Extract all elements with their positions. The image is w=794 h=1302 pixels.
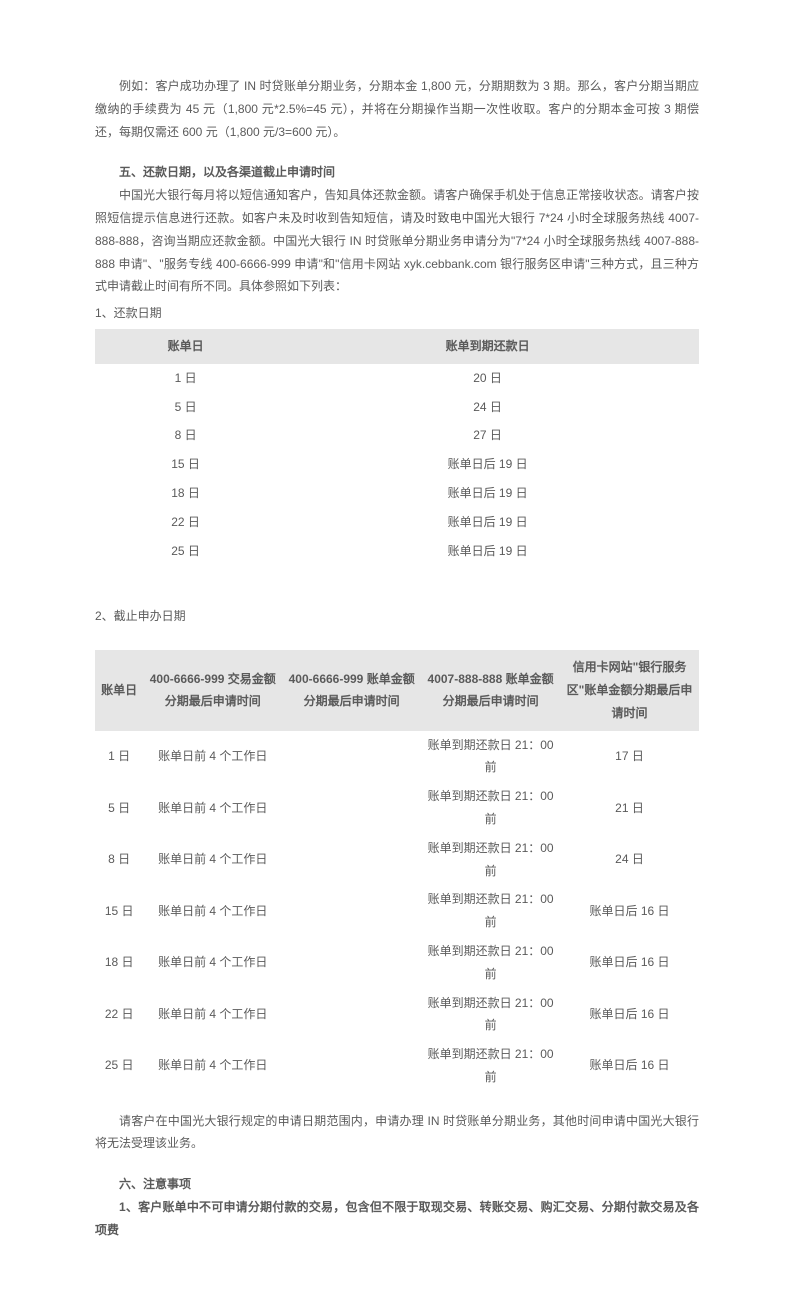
table-cell: 账单日前 4 个工作日 [143, 989, 282, 1041]
table-cell: 27 日 [276, 421, 699, 450]
section6-title: 六、注意事项 [95, 1173, 699, 1196]
table-row: 5 日24 日 [95, 393, 699, 422]
table-cell: 15 日 [95, 885, 143, 937]
table-cell: 账单到期还款日 21：00 前 [421, 782, 560, 834]
col-header: 信用卡网站"银行服务区"账单金额分期最后申请时间 [560, 650, 699, 730]
col-header: 400-6666-999 交易金额分期最后申请时间 [143, 650, 282, 730]
table-header-row: 账单日 400-6666-999 交易金额分期最后申请时间 400-6666-9… [95, 650, 699, 730]
table-row: 8 日账单日前 4 个工作日 账单到期还款日 21：00 前24 日 [95, 834, 699, 886]
table-cell [282, 1040, 421, 1092]
table-cell: 账单到期还款日 21：00 前 [421, 989, 560, 1041]
table-row: 18 日账单日前 4 个工作日 账单到期还款日 21：00 前账单日后 16 日 [95, 937, 699, 989]
section5-footer: 请客户在中国光大银行规定的申请日期范围内，申请办理 IN 时贷账单分期业务，其他… [95, 1110, 699, 1156]
table-row: 5 日账单日前 4 个工作日 账单到期还款日 21：00 前21 日 [95, 782, 699, 834]
table-cell: 账单日后 19 日 [276, 450, 699, 479]
table-cell: 账单日前 4 个工作日 [143, 885, 282, 937]
table-row: 18 日账单日后 19 日 [95, 479, 699, 508]
table-row: 15 日账单日后 19 日 [95, 450, 699, 479]
table-cell: 5 日 [95, 782, 143, 834]
table-cell: 账单日前 4 个工作日 [143, 731, 282, 783]
table-cell: 20 日 [276, 364, 699, 393]
table-cell: 账单日后 19 日 [276, 508, 699, 537]
table-cell: 5 日 [95, 393, 276, 422]
table-cell: 账单到期还款日 21：00 前 [421, 731, 560, 783]
table-cell: 账单到期还款日 21：00 前 [421, 937, 560, 989]
table-cell: 22 日 [95, 989, 143, 1041]
intro-paragraph: 例如：客户成功办理了 IN 时贷账单分期业务，分期本金 1,800 元，分期期数… [95, 75, 699, 143]
table-cell: 账单日后 16 日 [560, 937, 699, 989]
table-cell: 账单日后 19 日 [276, 537, 699, 566]
table-cell: 17 日 [560, 731, 699, 783]
table-cell: 1 日 [95, 731, 143, 783]
table-cell: 8 日 [95, 834, 143, 886]
table-row: 25 日账单日前 4 个工作日 账单到期还款日 21：00 前账单日后 16 日 [95, 1040, 699, 1092]
table-cell: 18 日 [95, 937, 143, 989]
section5-body: 中国光大银行每月将以短信通知客户，告知具体还款金额。请客户确保手机处于信息正常接… [95, 184, 699, 298]
table-cell: 账单日前 4 个工作日 [143, 834, 282, 886]
table2-label: 2、截止申办日期 [95, 605, 699, 628]
document-page: 例如：客户成功办理了 IN 时贷账单分期业务，分期本金 1,800 元，分期期数… [0, 0, 794, 1302]
col-header: 400-6666-999 账单金额分期最后申请时间 [282, 650, 421, 730]
table-cell [282, 731, 421, 783]
table-cell: 账单日后 16 日 [560, 989, 699, 1041]
deadline-table: 账单日 400-6666-999 交易金额分期最后申请时间 400-6666-9… [95, 650, 699, 1092]
repayment-date-table: 账单日 账单到期还款日 1 日20 日5 日24 日8 日27 日15 日账单日… [95, 329, 699, 565]
table-cell: 24 日 [276, 393, 699, 422]
col-header: 账单到期还款日 [276, 329, 699, 364]
table-row: 25 日账单日后 19 日 [95, 537, 699, 566]
table-row: 1 日账单日前 4 个工作日 账单到期还款日 21：00 前17 日 [95, 731, 699, 783]
table-cell: 账单到期还款日 21：00 前 [421, 834, 560, 886]
table-row: 1 日20 日 [95, 364, 699, 393]
col-header: 账单日 [95, 650, 143, 730]
section5-title: 五、还款日期，以及各渠道截止申请时间 [95, 161, 699, 184]
table-header-row: 账单日 账单到期还款日 [95, 329, 699, 364]
table-row: 15 日账单日前 4 个工作日 账单到期还款日 21：00 前账单日后 16 日 [95, 885, 699, 937]
table-row: 22 日账单日前 4 个工作日 账单到期还款日 21：00 前账单日后 16 日 [95, 989, 699, 1041]
table-cell: 8 日 [95, 421, 276, 450]
table-cell [282, 989, 421, 1041]
table-cell: 账单日后 16 日 [560, 885, 699, 937]
table-cell: 25 日 [95, 537, 276, 566]
table-cell: 账单日前 4 个工作日 [143, 1040, 282, 1092]
table-cell: 25 日 [95, 1040, 143, 1092]
table-cell [282, 834, 421, 886]
table-cell: 账单日前 4 个工作日 [143, 782, 282, 834]
table-row: 8 日27 日 [95, 421, 699, 450]
table-cell: 账单日后 19 日 [276, 479, 699, 508]
col-header: 4007-888-888 账单金额分期最后申请时间 [421, 650, 560, 730]
table-cell: 15 日 [95, 450, 276, 479]
table-cell: 24 日 [560, 834, 699, 886]
table-row: 22 日账单日后 19 日 [95, 508, 699, 537]
table-cell: 21 日 [560, 782, 699, 834]
table-cell: 1 日 [95, 364, 276, 393]
col-header: 账单日 [95, 329, 276, 364]
table1-label: 1、还款日期 [95, 302, 699, 325]
table-cell [282, 885, 421, 937]
table-cell: 账单到期还款日 21：00 前 [421, 1040, 560, 1092]
table-cell [282, 937, 421, 989]
table-cell: 账单日后 16 日 [560, 1040, 699, 1092]
section6-item1: 1、客户账单中不可申请分期付款的交易，包含但不限于取现交易、转账交易、购汇交易、… [95, 1196, 699, 1242]
table-cell: 22 日 [95, 508, 276, 537]
table-cell: 账单到期还款日 21：00 前 [421, 885, 560, 937]
table-cell [282, 782, 421, 834]
table-cell: 账单日前 4 个工作日 [143, 937, 282, 989]
table-cell: 18 日 [95, 479, 276, 508]
